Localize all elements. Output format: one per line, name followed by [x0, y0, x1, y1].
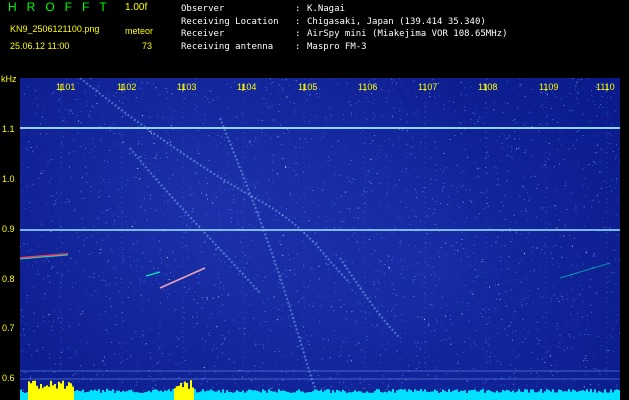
- y-tick-label: 0.8: [2, 274, 15, 284]
- noise-speckles: [20, 78, 620, 400]
- echo-trace: [339, 257, 401, 339]
- app-title: HROFFT: [8, 0, 117, 14]
- info-row-receiver: Receiver: AirSpy mini (Miakejima VOR 108…: [181, 29, 508, 39]
- meteor-echo: [559, 262, 611, 279]
- header-panel: HROFFT 1.00f KN9_2506121100.png meteor 2…: [0, 0, 629, 75]
- echo-trace: [79, 78, 351, 284]
- x-tick-label: 1104: [237, 82, 257, 92]
- info-label: Receiver: [181, 29, 225, 39]
- y-axis-unit: kHz: [1, 74, 17, 84]
- echo-trace: [218, 117, 321, 399]
- info-label: Receiving Location: [181, 16, 279, 27]
- y-tick-label: 0.9: [2, 224, 15, 234]
- info-value: K.Nagai: [307, 4, 345, 14]
- spectrogram-canvas: [20, 78, 620, 400]
- datetime-label: 25.06.12 11:00: [10, 41, 70, 51]
- filename-label: KN9_2506121100.png: [10, 24, 100, 34]
- x-tick-label: 1110: [596, 82, 615, 92]
- count-label: 73: [142, 41, 153, 51]
- x-tick-label: 1107: [418, 82, 438, 92]
- info-row-location: Receiving Location: Chigasaki, Japan (13…: [181, 16, 486, 27]
- x-tick-label: 1108: [478, 82, 498, 92]
- info-value: Maspro FM-3: [307, 41, 367, 52]
- info-value: AirSpy mini (Miakejima VOR 108.65MHz): [307, 29, 508, 39]
- y-tick-label: 1.0: [2, 174, 15, 184]
- x-tick-label: 1105: [298, 82, 318, 92]
- echo-trace: [129, 147, 261, 294]
- right-border: [620, 78, 629, 400]
- meteor-echo: [159, 267, 206, 289]
- info-value: Chigasaki, Japan (139.414 35.340): [307, 16, 486, 27]
- info-row-antenna: Receiving antenna: Maspro FM-3: [181, 41, 367, 52]
- grid-lines: [60, 84, 608, 368]
- mode-label: meteor: [125, 26, 154, 36]
- version-label: 1.00f: [125, 2, 148, 13]
- y-tick-label: 1.1: [2, 124, 15, 134]
- x-tick-label: 1102: [117, 82, 137, 92]
- x-tick-label: 1109: [539, 82, 559, 92]
- meteor-echo: [145, 271, 161, 277]
- signal-level-bar: [20, 380, 620, 400]
- info-label: Observer: [181, 4, 225, 14]
- info-row-observer: Observer: K.Nagai: [181, 4, 345, 14]
- y-tick-label: 0.6: [2, 373, 15, 383]
- station-info: Observer: K.Nagai Receiving Location: Ch…: [181, 3, 507, 53]
- y-tick-label: 0.7: [2, 323, 15, 333]
- spectrogram-plot[interactable]: [20, 78, 620, 400]
- x-tick-label: 1106: [358, 82, 378, 92]
- x-tick-label: 1103: [177, 82, 197, 92]
- info-label: Receiving antenna: [181, 41, 274, 52]
- x-tick-label: 1101: [56, 82, 76, 92]
